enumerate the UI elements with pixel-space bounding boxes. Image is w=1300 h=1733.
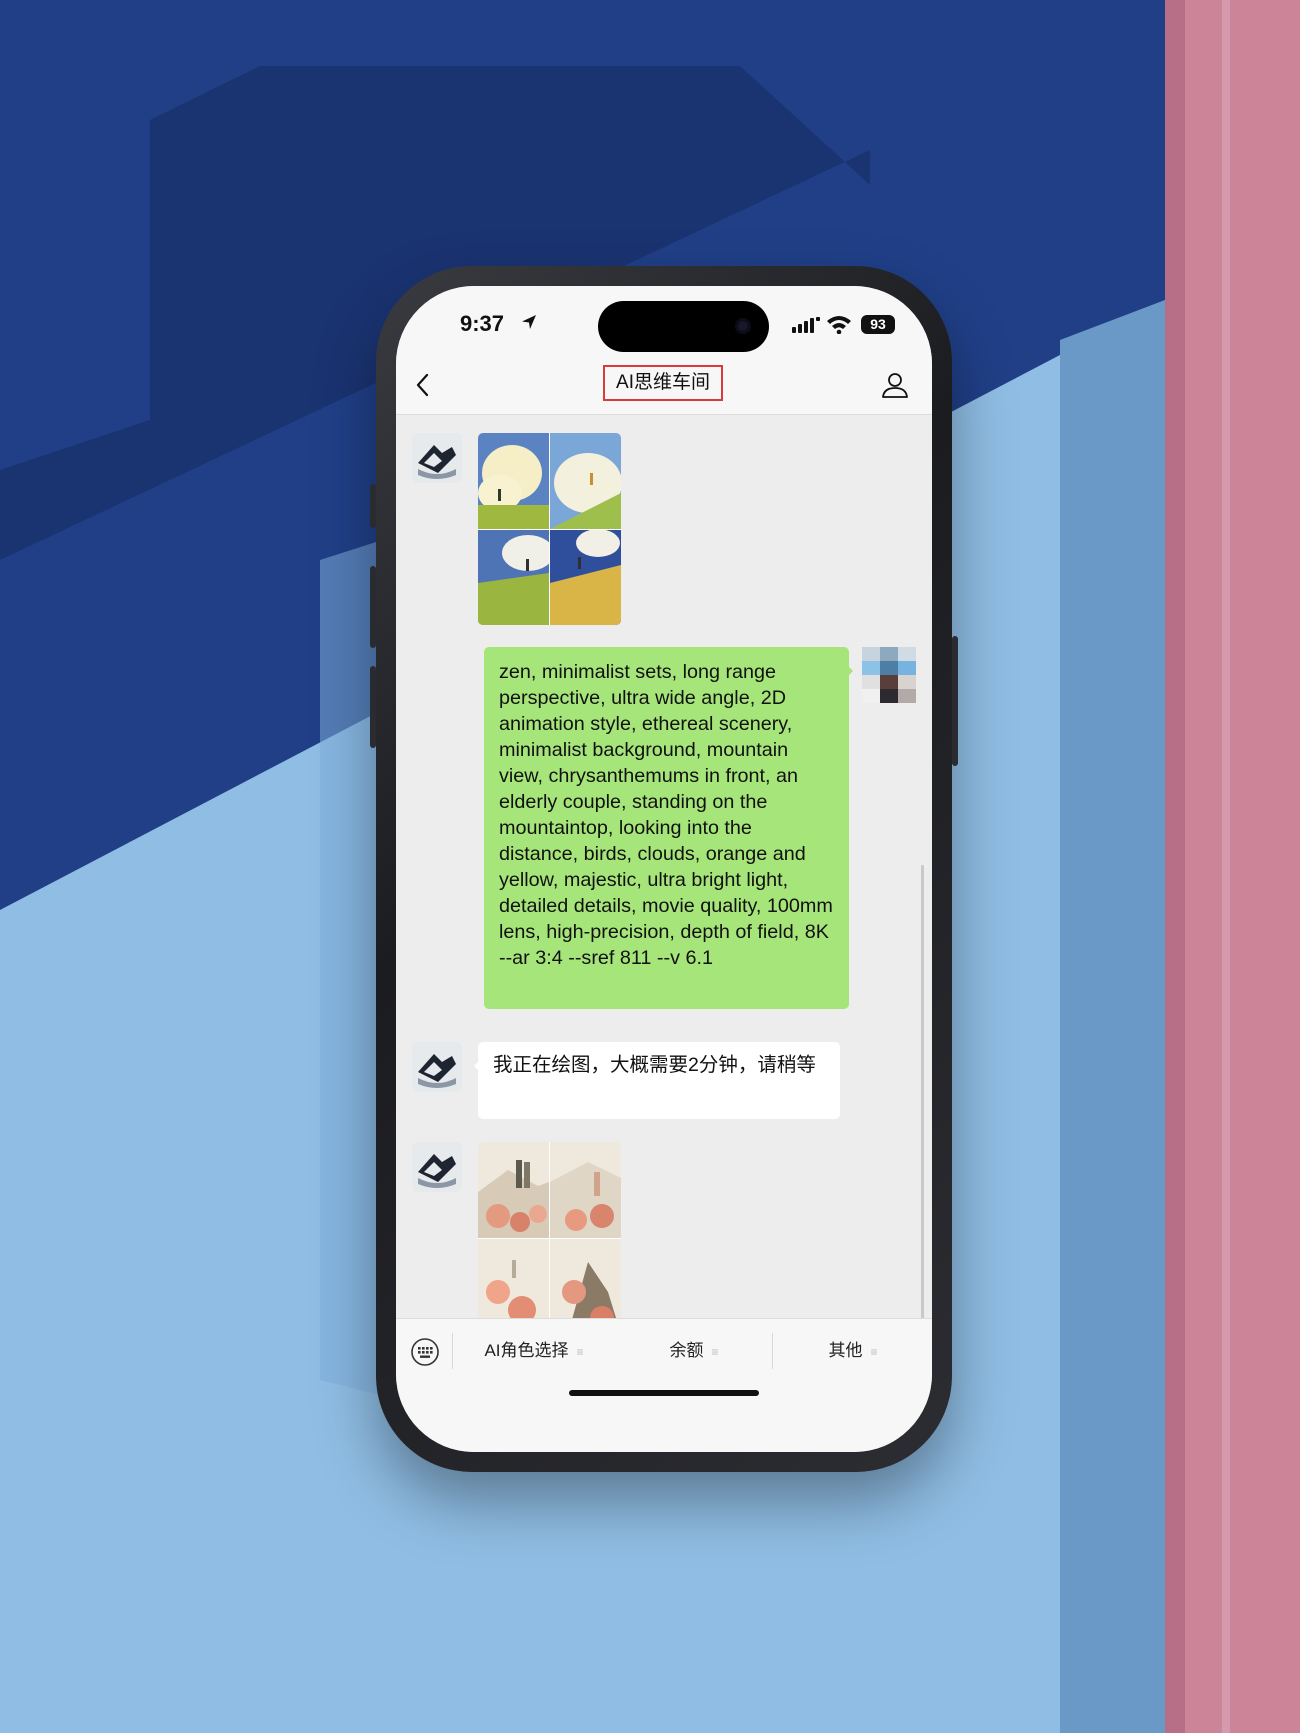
bottom-menu: AI角色选择 ≡ 余额 ≡ 其他 ≡ [396, 1318, 932, 1452]
bot-logo-icon [412, 1142, 462, 1192]
profile-icon[interactable] [880, 370, 910, 400]
wifi-icon [827, 316, 851, 334]
chat-area[interactable]: zen, minimalist sets, long range perspec… [396, 415, 932, 1334]
volume-up-button [370, 566, 376, 648]
front-camera [735, 318, 751, 334]
user-avatar[interactable] [862, 647, 916, 703]
scrollbar[interactable] [921, 865, 924, 1325]
phone-frame: 9:37 93 AI思维车间 zen, minimalist sets, lon… [370, 266, 958, 1472]
side-button [952, 636, 958, 766]
bot-avatar[interactable] [412, 1042, 462, 1092]
status-time: 9:37 [460, 311, 505, 336]
menu-other[interactable]: 其他 ≡ [774, 1319, 932, 1383]
chat-header: AI思维车间 [396, 356, 932, 415]
bot-avatar[interactable] [412, 433, 462, 483]
phone-screen: 9:37 93 AI思维车间 zen, minimalist sets, lon… [396, 286, 932, 1452]
location-arrow-icon [522, 315, 536, 329]
cellular-signal-icon [792, 317, 820, 333]
back-chevron-icon[interactable] [410, 370, 438, 400]
dynamic-island [598, 301, 769, 352]
bot-reply-bubble[interactable]: 我正在绘图，大概需要2分钟，请稍等 [474, 1042, 840, 1119]
generated-image-grid[interactable] [478, 1142, 621, 1334]
action-button [370, 484, 376, 528]
status-bar: 9:37 93 [396, 286, 932, 356]
volume-down-button [370, 666, 376, 748]
menu-divider [772, 1333, 773, 1369]
user-prompt-bubble[interactable]: zen, minimalist sets, long range perspec… [484, 647, 853, 1009]
bot-logo-icon [412, 1042, 462, 1092]
flowers-couple-image-grid [478, 1142, 621, 1334]
menu-label: 余额 [669, 1341, 704, 1360]
menu-label: 其他 [828, 1341, 863, 1360]
landscape-image-grid [478, 433, 621, 625]
menu-divider [452, 1333, 453, 1369]
menu-list-icon: ≡ [870, 1345, 878, 1359]
chat-title: AI思维车间 [603, 365, 723, 401]
keyboard-icon[interactable] [410, 1337, 440, 1367]
menu-label: AI角色选择 [484, 1341, 569, 1360]
generated-image-grid[interactable] [478, 433, 621, 625]
menu-balance[interactable]: 余额 ≡ [614, 1319, 774, 1383]
pixelated-avatar-icon [862, 647, 916, 703]
home-indicator[interactable] [569, 1390, 759, 1396]
bot-logo-icon [412, 433, 462, 483]
menu-ai-role-select[interactable]: AI角色选择 ≡ [454, 1319, 614, 1383]
menu-list-icon: ≡ [576, 1345, 584, 1359]
bot-avatar[interactable] [412, 1142, 462, 1192]
menu-list-icon: ≡ [711, 1345, 719, 1359]
battery-level: 93 [861, 315, 895, 334]
